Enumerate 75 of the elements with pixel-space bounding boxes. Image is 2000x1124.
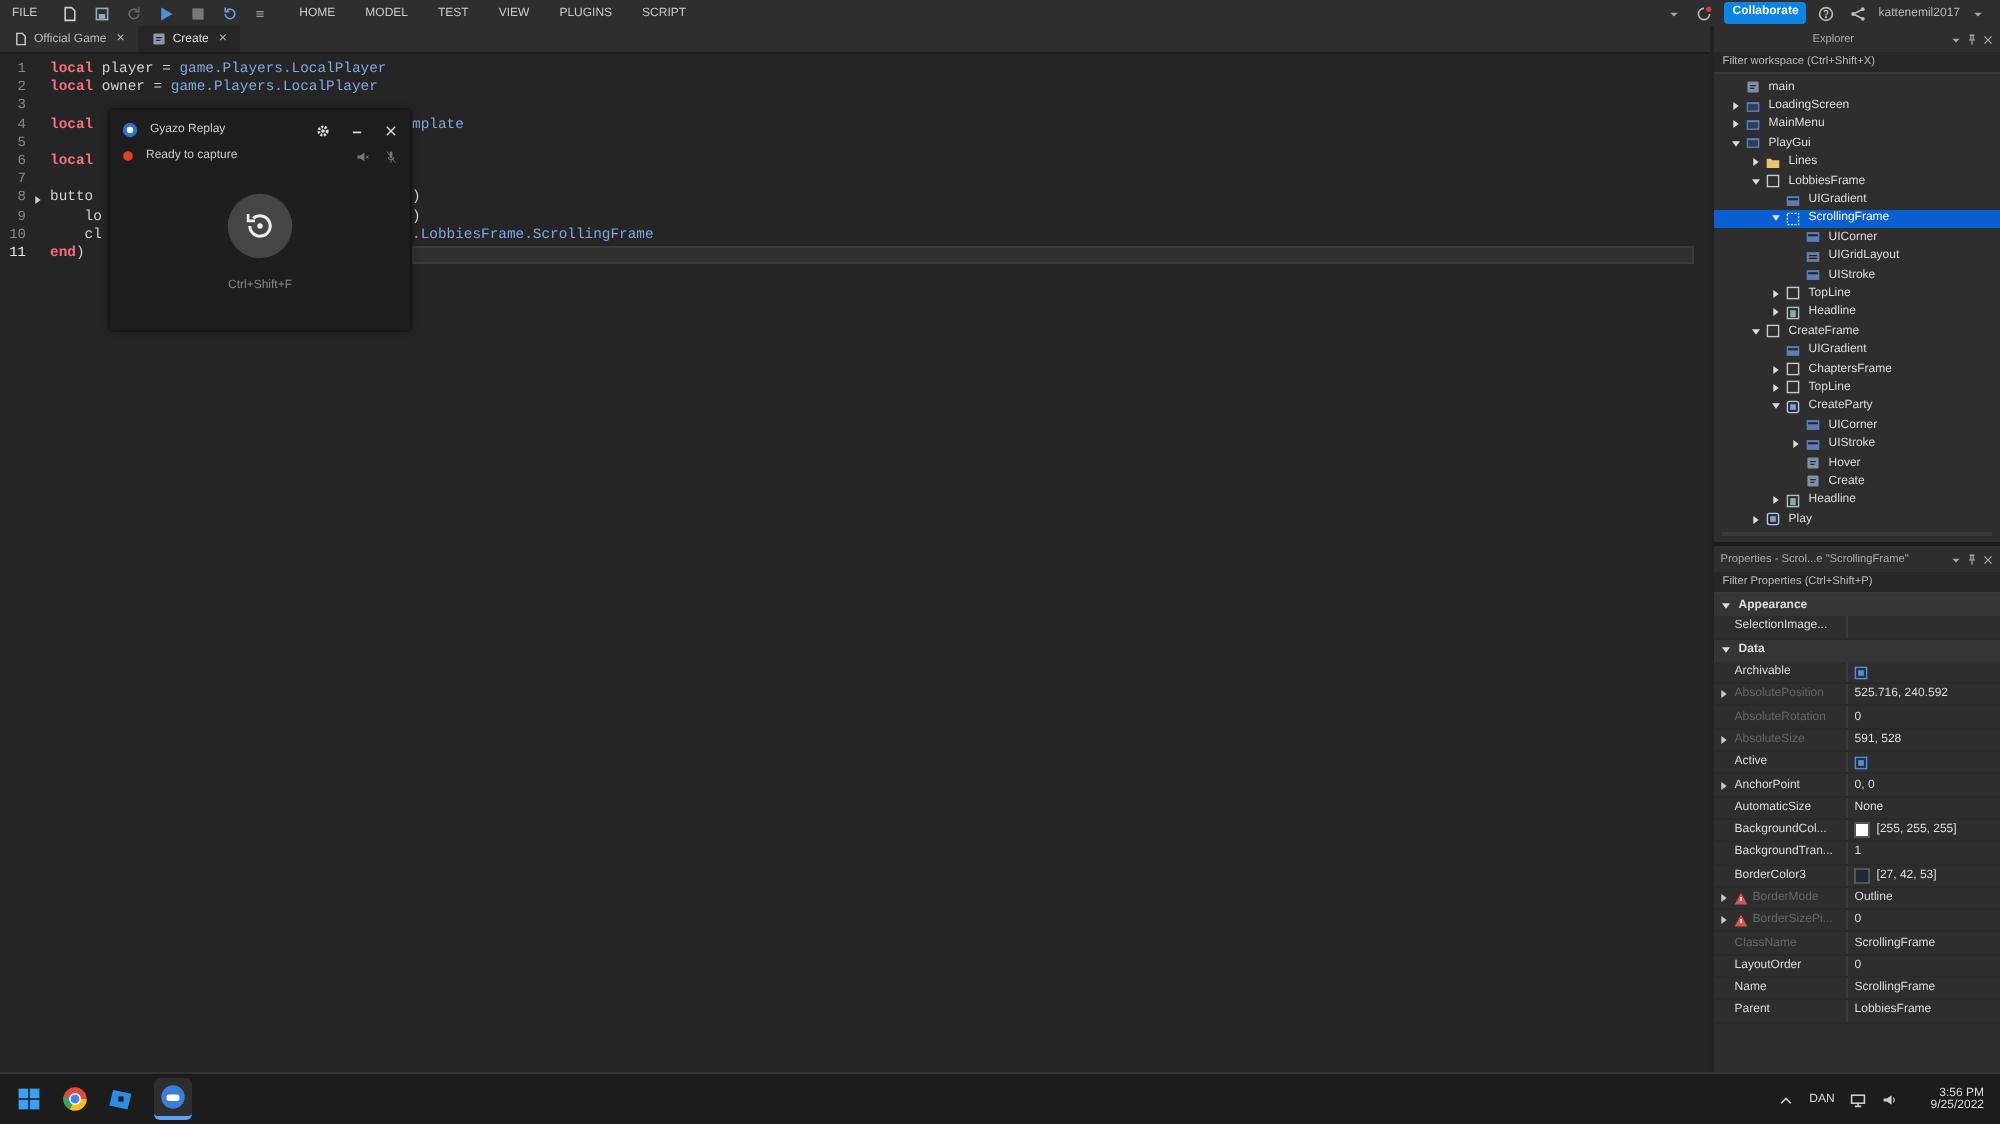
share-icon[interactable] <box>1850 5 1867 21</box>
expand-arrow-icon[interactable] <box>1752 158 1761 167</box>
monitor-icon[interactable] <box>1850 1091 1867 1107</box>
picture-frame-icon <box>1786 305 1801 320</box>
close-icon[interactable] <box>1982 33 1994 45</box>
panel-icon <box>1786 343 1801 358</box>
script-icon <box>1806 474 1821 489</box>
play-icon[interactable] <box>157 5 174 21</box>
menu-icon[interactable] <box>253 7 266 19</box>
redo-icon[interactable] <box>125 5 142 21</box>
grid-icon <box>1806 249 1821 264</box>
expand-arrow-icon[interactable] <box>1752 515 1761 524</box>
color-swatch[interactable] <box>1854 822 1871 839</box>
expand-arrow-icon[interactable] <box>1772 402 1781 411</box>
panel-icon <box>1806 268 1821 283</box>
browser-icon[interactable] <box>62 1086 88 1112</box>
expand-arrow-icon[interactable] <box>1772 289 1781 298</box>
taskbar-app-button[interactable] <box>154 1078 192 1120</box>
panel-icon <box>1786 193 1801 208</box>
color-swatch[interactable] <box>1854 867 1871 884</box>
square-icon <box>1786 362 1801 377</box>
record-dot-icon <box>122 150 134 162</box>
folder-icon <box>1766 155 1781 170</box>
square-icon <box>1786 380 1801 395</box>
expand-arrow-icon[interactable] <box>1772 383 1781 392</box>
caret-icon[interactable] <box>1972 7 1984 19</box>
expand-arrow-icon[interactable] <box>1752 327 1761 336</box>
expand-arrow-icon[interactable] <box>1772 496 1781 505</box>
caret-icon[interactable] <box>1668 7 1681 19</box>
picture-frame-icon <box>1786 493 1801 508</box>
save-icon[interactable] <box>93 5 110 21</box>
expand-arrow-icon[interactable] <box>1722 646 1731 655</box>
caret-icon[interactable] <box>1950 553 1962 565</box>
checkbox[interactable] <box>1854 665 1869 680</box>
checkbox[interactable] <box>1854 755 1869 770</box>
pin-icon[interactable] <box>1966 33 1978 45</box>
undo-icon[interactable] <box>221 5 238 21</box>
caret-icon[interactable] <box>1950 33 1962 45</box>
expand-arrow-icon[interactable] <box>1792 440 1801 449</box>
windows-start-icon[interactable] <box>16 1086 42 1112</box>
studio-icon[interactable] <box>108 1086 134 1112</box>
square-icon <box>1766 324 1781 339</box>
expand-arrow-icon[interactable] <box>1732 102 1741 111</box>
help-icon[interactable] <box>1818 5 1835 21</box>
button-icon <box>1786 399 1801 414</box>
panel-icon <box>1806 230 1821 245</box>
expand-arrow-icon[interactable] <box>1732 120 1741 129</box>
document-icon[interactable] <box>61 5 78 21</box>
square-icon <box>1786 286 1801 301</box>
fold-arrow-icon[interactable] <box>34 195 42 204</box>
square-icon <box>1766 174 1781 189</box>
pin-icon[interactable] <box>1966 553 1978 565</box>
script-icon <box>1806 456 1821 470</box>
close-icon[interactable] <box>1982 553 1994 565</box>
panel-icon <box>1806 418 1821 433</box>
speaker-muted-icon[interactable] <box>356 149 370 163</box>
expand-arrow-icon[interactable] <box>1720 781 1729 790</box>
panel-icon <box>1806 437 1821 452</box>
settings-icon[interactable] <box>316 123 330 137</box>
replay-button[interactable] <box>226 192 294 260</box>
document-icon <box>14 32 28 46</box>
expand-arrow-icon[interactable] <box>1772 214 1781 223</box>
button-icon <box>1766 512 1781 527</box>
speaker-icon[interactable] <box>1882 1091 1899 1107</box>
expand-arrow-icon[interactable] <box>1772 308 1781 317</box>
stop-icon[interactable] <box>189 5 206 21</box>
expand-arrow-icon[interactable] <box>1722 601 1731 610</box>
expand-arrow-icon[interactable] <box>1772 365 1781 374</box>
app-logo-icon <box>122 122 138 138</box>
script-icon <box>1746 80 1761 95</box>
microphone-muted-icon[interactable] <box>384 149 398 163</box>
expand-arrow-icon[interactable] <box>1752 177 1761 186</box>
dotted-square-icon <box>1786 211 1801 226</box>
expand-arrow-icon[interactable] <box>1732 139 1741 148</box>
script-icon <box>152 32 167 46</box>
